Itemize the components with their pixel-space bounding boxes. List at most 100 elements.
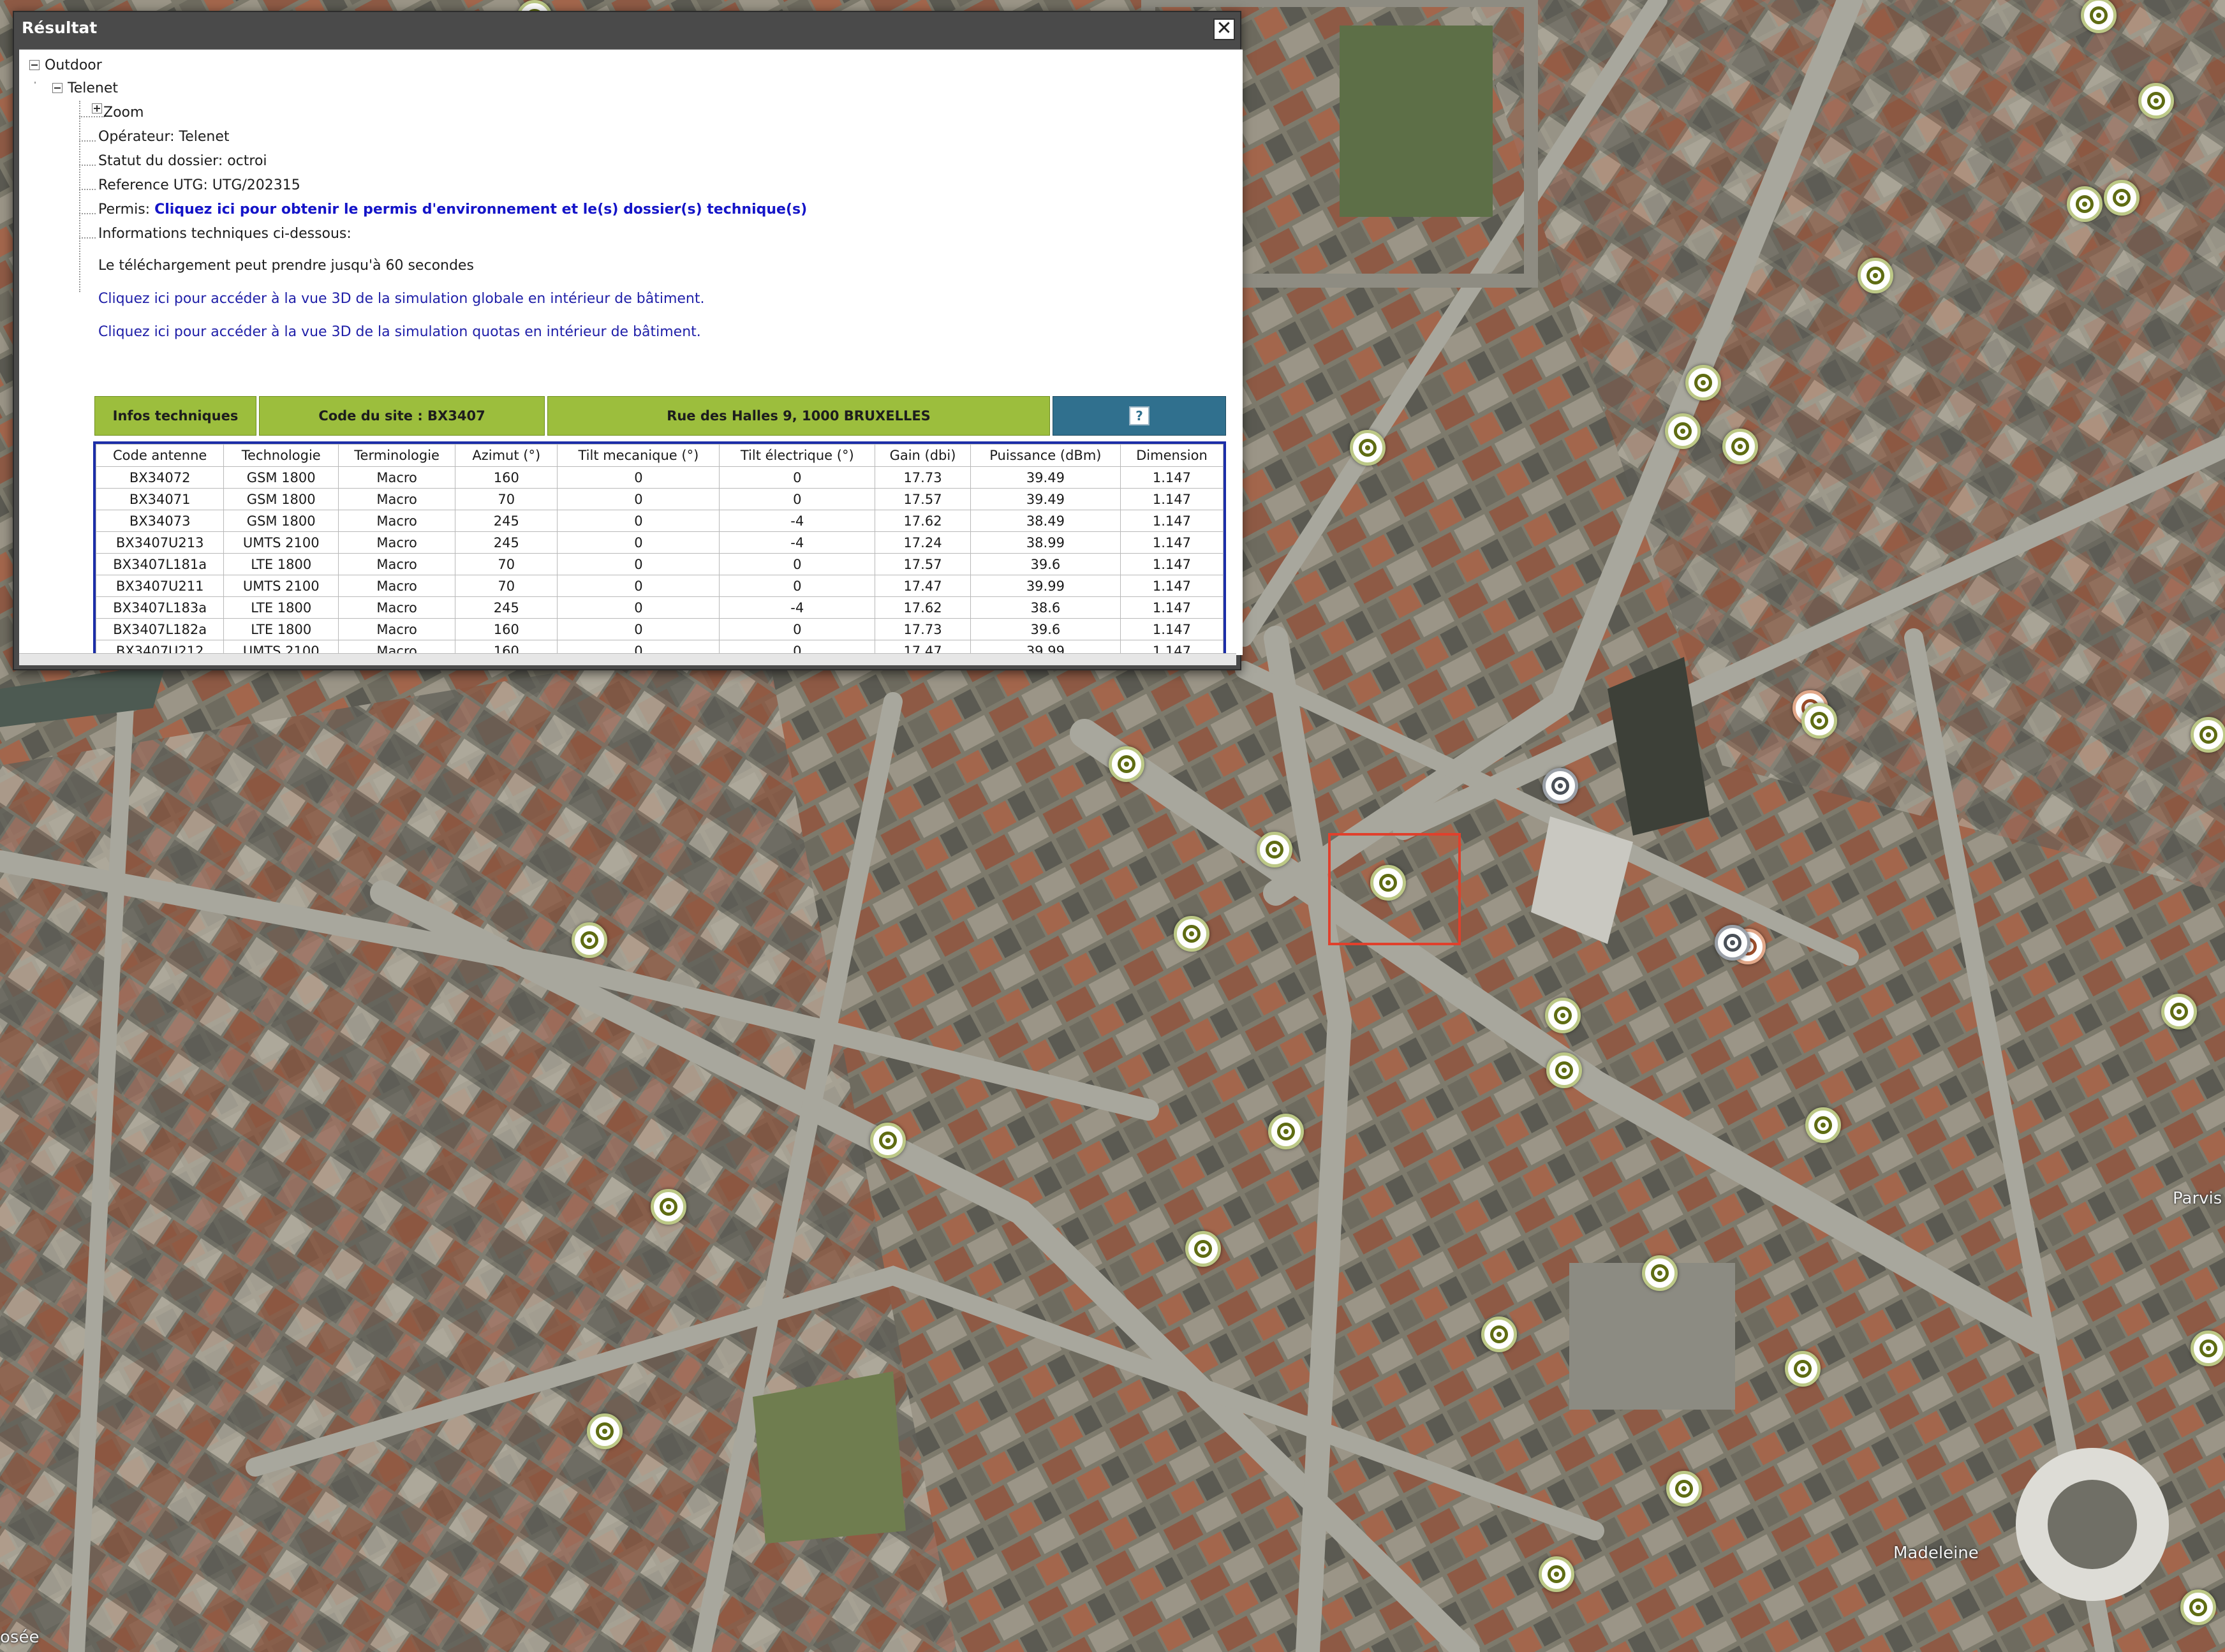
antenna-icon[interactable] (1722, 429, 1758, 464)
antenna-icon[interactable] (1542, 768, 1578, 804)
table-cell: BX34072 (95, 466, 225, 489)
antenna-icon[interactable] (1257, 832, 1292, 867)
table-cell: 1.147 (1120, 618, 1224, 640)
tree-connector (79, 189, 96, 190)
antenna-icon[interactable] (2138, 83, 2174, 119)
table-cell: 1.147 (1120, 553, 1224, 575)
table-row: BX3407L183a LTE 1800 Macro 245 0 -4 17.62 38.6 1… (95, 596, 1224, 619)
table-cell: LTE 1800 (223, 596, 339, 619)
quotas-simulation-link[interactable]: Cliquez ici pour accéder à la vue 3D de … (98, 324, 701, 340)
table-cell: GSM 1800 (223, 488, 339, 510)
expand-zoom-toggle[interactable] (92, 103, 102, 114)
tree-node-zoom[interactable]: Zoom (103, 105, 144, 121)
download-note: Le téléchargement peut prendre jusqu'à 6… (98, 258, 474, 274)
antenna-icon[interactable] (1546, 1052, 1582, 1088)
tech-info-header: Infos techniques (94, 396, 256, 436)
table-cell: 38.49 (970, 510, 1121, 532)
table-cell: 17.47 (875, 575, 971, 597)
antenna-icon[interactable] (1185, 1231, 1221, 1267)
antenna-icon[interactable] (2191, 717, 2225, 753)
antenna-icon[interactable] (1350, 430, 1386, 466)
antenna-icon[interactable] (1642, 1255, 1678, 1291)
permit-link[interactable]: Cliquez ici pour obtenir le permis d'env… (154, 202, 807, 218)
file-status: Statut du dossier: octroi (98, 153, 267, 169)
antenna-icon[interactable] (1545, 998, 1581, 1033)
table-cell: BX3407L182a (95, 618, 225, 640)
antenna-icon[interactable] (1785, 1351, 1821, 1387)
collapse-outdoor-toggle[interactable] (29, 60, 40, 70)
antenna-table: Code antenne Technologie Terminologie Azimu… (95, 444, 1224, 655)
antenna-icon[interactable] (1370, 865, 1406, 901)
table-cell: 70 (455, 488, 558, 510)
table-cell: Macro (338, 596, 456, 619)
tree-node-telenet[interactable]: Telenet (68, 80, 118, 96)
column-header: Tilt mecanique (°) (557, 444, 720, 467)
table-cell: UMTS 2100 (223, 531, 339, 554)
antenna-icon[interactable] (572, 922, 607, 958)
antenna-icon[interactable] (2161, 994, 2197, 1029)
table-cell: 39.99 (970, 575, 1121, 597)
table-cell: 0 (719, 466, 876, 489)
column-header: Technologie (223, 444, 339, 467)
table-cell: 0 (719, 488, 876, 510)
tree-node-outdoor[interactable]: Outdoor (45, 57, 102, 73)
technical-info-label: Informations techniques ci-dessous: (98, 226, 351, 242)
antenna-icon[interactable] (1666, 1471, 1702, 1507)
dialog-title: Résultat (22, 18, 98, 37)
antenna-icon[interactable] (1539, 1556, 1574, 1592)
table-cell: 0 (557, 531, 720, 554)
map-label-street: osée (0, 1628, 40, 1647)
map-label-madeleine: Madeleine (1893, 1544, 1979, 1563)
table-cell: 0 (557, 488, 720, 510)
collapse-telenet-toggle[interactable] (52, 83, 63, 93)
table-cell: 1.147 (1120, 466, 1224, 489)
table-row: BX3407U213 UMTS 2100 Macro 245 0 -4 17.24 38.99… (95, 531, 1224, 554)
antenna-icon[interactable] (1268, 1114, 1304, 1149)
table-cell: 38.99 (970, 531, 1121, 554)
table-cell: BX34071 (95, 488, 225, 510)
operator-info: Opérateur: Telenet (98, 129, 230, 145)
table-row: BX3407L181a LTE 1800 Macro 70 0 0 17.57 39.6 1.1… (95, 553, 1224, 575)
antenna-icon[interactable] (2180, 1589, 2216, 1625)
site-code-header: Code du site : BX3407 (259, 396, 545, 436)
antenna-icon[interactable] (1481, 1316, 1517, 1352)
antenna-icon[interactable] (651, 1189, 686, 1225)
horizontal-scrollbar[interactable] (19, 653, 1236, 665)
antenna-icon[interactable] (1685, 365, 1721, 401)
antenna-icon[interactable] (1665, 413, 1701, 449)
antenna-icon[interactable] (1801, 703, 1837, 739)
antenna-icon[interactable] (1174, 916, 1209, 952)
antenna-icon[interactable] (2104, 180, 2140, 216)
antenna-icon[interactable] (870, 1123, 906, 1158)
table-header-row: Code antenne Technologie Terminologie Azimu… (95, 444, 1224, 467)
table-cell: 0 (557, 510, 720, 532)
antenna-icon[interactable] (1858, 258, 1893, 293)
dialog-content: Outdoor Telenet Zoom Opérateur: Telenet … (19, 49, 1243, 655)
table-cell: 38.6 (970, 596, 1121, 619)
table-cell: 0 (557, 618, 720, 640)
antenna-icon[interactable] (1715, 925, 1750, 961)
table-cell: LTE 1800 (223, 553, 339, 575)
antenna-table-frame: Code antenne Technologie Terminologie Azimu… (93, 441, 1226, 655)
help-icon[interactable]: ? (1129, 406, 1149, 425)
table-row: BX3407U211 UMTS 2100 Macro 70 0 0 17.47 39.99 1.… (95, 575, 1224, 597)
table-row: BX34073 GSM 1800 Macro 245 0 -4 17.62 38.49 1.14… (95, 510, 1224, 532)
tree-connector (79, 165, 96, 166)
antenna-icon[interactable] (2191, 1331, 2225, 1366)
antenna-icon[interactable] (1805, 1107, 1841, 1143)
close-button[interactable]: ✕ (1213, 18, 1235, 40)
column-header: Terminologie (338, 444, 456, 467)
antenna-icon[interactable] (1109, 746, 1144, 782)
result-dialog[interactable]: Résultat ✕ Outdoor Telenet Zoom Opérateu… (13, 11, 1243, 670)
table-cell: 0 (557, 575, 720, 597)
table-cell: 39.6 (970, 553, 1121, 575)
tree-connector (79, 116, 105, 117)
table-cell: Macro (338, 553, 456, 575)
global-simulation-link[interactable]: Cliquez ici pour accéder à la vue 3D de … (98, 291, 704, 307)
table-cell: BX3407L183a (95, 596, 225, 619)
tree-connector (79, 101, 80, 292)
table-cell: 245 (455, 596, 558, 619)
antenna-icon[interactable] (2067, 186, 2103, 222)
table-cell: Macro (338, 575, 456, 597)
antenna-icon[interactable] (587, 1413, 623, 1449)
